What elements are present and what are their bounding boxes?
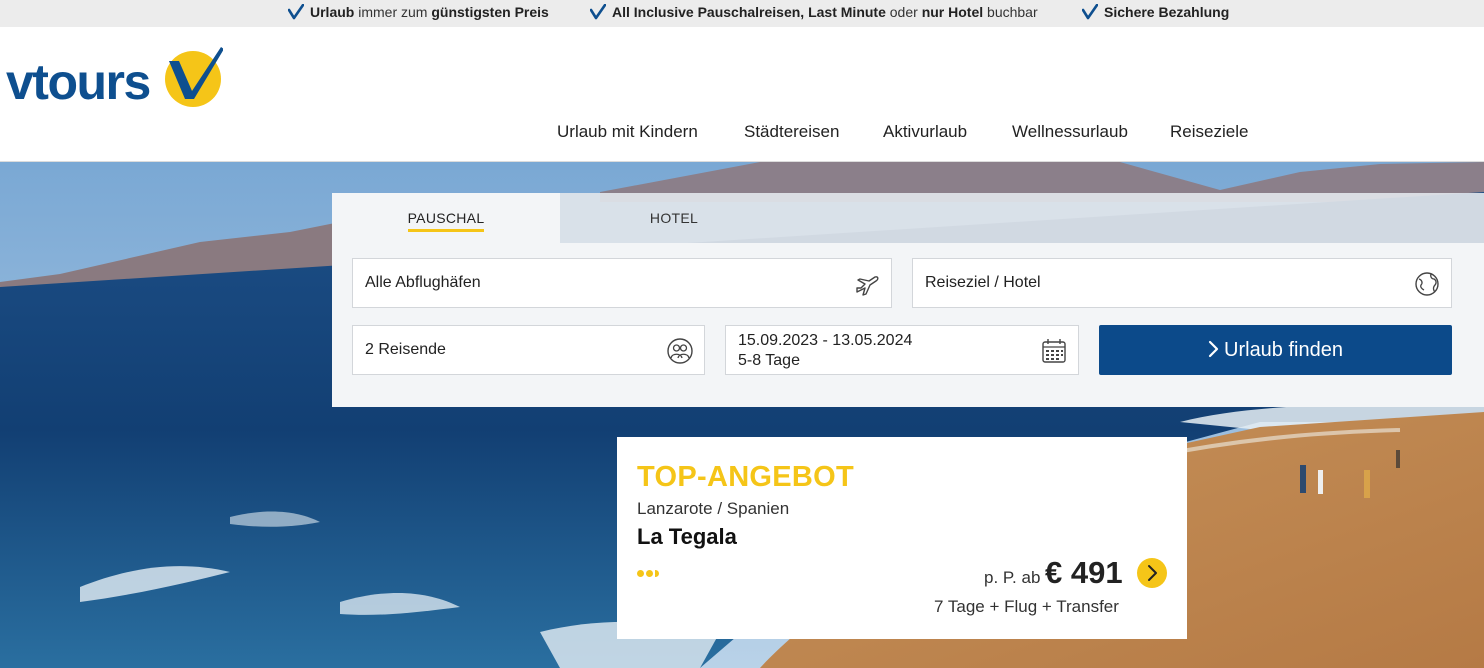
duration-value: 5-8 Tage xyxy=(738,352,800,369)
tab-label: HOTEL xyxy=(649,210,699,226)
offer-price: € 491 xyxy=(1045,555,1123,590)
tab-hotel[interactable]: HOTEL xyxy=(560,193,788,243)
globe-icon xyxy=(1415,272,1439,296)
departure-value: Alle Abflughäfen xyxy=(365,274,481,291)
usp-text: buchbar xyxy=(983,4,1038,20)
hotel-rating xyxy=(637,564,661,582)
usp-item-payment: Sichere Bezahlung xyxy=(1082,4,1229,20)
usp-text: Urlaub xyxy=(310,4,355,20)
travelers-field[interactable]: 2 Reisende xyxy=(352,325,705,375)
usp-text: oder xyxy=(885,4,922,20)
usp-text: Sichere Bezahlung xyxy=(1104,4,1230,20)
nav-item-staedtereisen[interactable]: Städtereisen xyxy=(744,122,839,142)
travel-dates-field[interactable]: 15.09.2023 - 13.05.2024 5-8 Tage xyxy=(725,325,1079,375)
chevron-right-icon xyxy=(1148,565,1157,581)
usp-text: günstigsten Preis xyxy=(431,4,549,20)
date-range-value: 15.09.2023 - 13.05.2024 xyxy=(738,332,913,349)
search-panel: PAUSCHAL HOTEL Alle Abflughäfen Reisezie… xyxy=(332,193,1484,407)
plane-icon xyxy=(856,276,879,296)
search-submit-button[interactable]: Urlaub finden xyxy=(1099,325,1452,375)
usp-text: All Inclusive Pauschalreisen, Last Minut… xyxy=(612,4,886,20)
top-offer-card[interactable]: TOP-ANGEBOT Lanzarote / Spanien La Tegal… xyxy=(617,437,1187,639)
chevron-right-icon xyxy=(1208,340,1219,358)
usp-text: immer zum xyxy=(354,4,432,20)
nav-item-aktivurlaub[interactable]: Aktivurlaub xyxy=(883,122,967,142)
usp-item-booking: All Inclusive Pauschalreisen, Last Minut… xyxy=(590,4,1038,20)
nav-item-reiseziele[interactable]: Reiseziele xyxy=(1170,122,1248,142)
checkmark-icon xyxy=(288,4,304,20)
usp-text: nur Hotel xyxy=(921,4,984,20)
vtours-logo[interactable]: vtours xyxy=(6,45,226,110)
offer-details: 7 Tage + Flug + Transfer xyxy=(934,597,1119,616)
logo-text: vtours xyxy=(6,54,151,110)
search-tabs: PAUSCHAL HOTEL xyxy=(332,193,1484,243)
checkmark-icon xyxy=(590,4,606,20)
tab-label: PAUSCHAL xyxy=(407,210,485,232)
nav-item-kinder[interactable]: Urlaub mit Kindern xyxy=(557,122,698,142)
destination-field[interactable]: Reiseziel / Hotel xyxy=(912,258,1452,308)
usp-bar: Urlaub immer zum günstigsten Preis All I… xyxy=(0,0,1484,27)
travelers-icon xyxy=(667,338,693,364)
nav-item-wellness[interactable]: Wellnessurlaub xyxy=(1012,122,1128,142)
rating-dot-icon xyxy=(637,570,644,577)
logo-check-icon xyxy=(165,47,223,107)
hero-section: PAUSCHAL HOTEL Alle Abflughäfen Reisezie… xyxy=(0,162,1484,668)
usp-item-price: Urlaub immer zum günstigsten Preis xyxy=(288,4,549,20)
checkmark-icon xyxy=(1082,4,1098,20)
offer-arrow-button[interactable] xyxy=(1137,558,1167,588)
rating-dot-icon xyxy=(646,570,653,577)
offer-hotel-name[interactable]: La Tegala xyxy=(637,524,737,550)
rating-dot-icon xyxy=(655,570,659,577)
price-prefix: p. P. ab xyxy=(984,568,1041,587)
offer-tag: TOP-ANGEBOT xyxy=(637,461,855,493)
tab-pauschal[interactable]: PAUSCHAL xyxy=(332,193,560,243)
calendar-icon xyxy=(1042,339,1066,363)
submit-label: Urlaub finden xyxy=(1224,339,1343,361)
destination-placeholder: Reiseziel / Hotel xyxy=(925,274,1041,291)
site-header: vtours Urlaub mit Kindern Städtereisen A… xyxy=(0,27,1484,162)
offer-location: Lanzarote / Spanien xyxy=(637,499,790,518)
travelers-value: 2 Reisende xyxy=(365,341,446,358)
search-form: Alle Abflughäfen Reiseziel / Hotel 2 Rei… xyxy=(332,243,1484,407)
departure-airport-field[interactable]: Alle Abflughäfen xyxy=(352,258,892,308)
